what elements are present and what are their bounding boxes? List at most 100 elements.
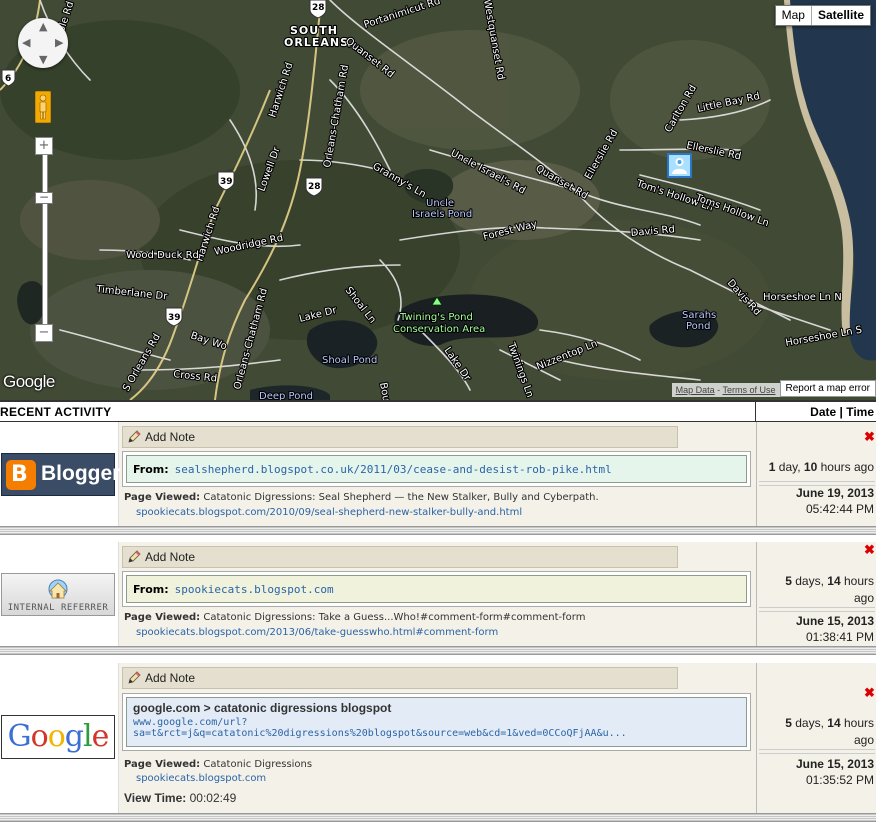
- time-cell: ✖ 5 days, 14 hours ago June 15, 2013 01:3…: [756, 542, 876, 646]
- svg-text:Conservation Area: Conservation Area: [393, 324, 485, 335]
- house-globe-icon: [48, 579, 68, 599]
- svg-text:ORLEANS: ORLEANS: [284, 36, 349, 49]
- from-url-link[interactable]: spookiecats.blogspot.com: [175, 583, 334, 596]
- page-viewed-label: Page Viewed:: [124, 759, 201, 770]
- activity-header: RECENT ACTIVITY Date | Time: [0, 400, 876, 422]
- search-url-line1[interactable]: www.google.com/url?: [133, 717, 740, 728]
- delete-x-icon[interactable]: ✖: [864, 543, 875, 556]
- add-note-button[interactable]: Add Note: [122, 426, 678, 448]
- time-cell: ✖ 1 day, 10 hours ago June 19, 2013 05:4…: [756, 422, 876, 526]
- search-query-title: google.com > catatonic digressions blogs…: [133, 701, 392, 715]
- add-note-label: Add Note: [145, 550, 196, 564]
- map-type-satellite-button[interactable]: Satellite: [811, 6, 870, 25]
- activity-entry: INTERNAL REFERRER Add Note From: spookie…: [0, 542, 876, 646]
- search-url-line2[interactable]: sa=t&rct=j&q=catatonic%20digressions%20b…: [133, 728, 740, 739]
- add-note-button[interactable]: Add Note: [122, 667, 678, 689]
- svg-text:Deep Pond: Deep Pond: [259, 391, 313, 400]
- entry-detail: Add Note From: sealshepherd.blogspot.co.…: [119, 422, 755, 526]
- page-viewed-url-link[interactable]: spookiecats.blogspot.com/2013/06/take-gu…: [136, 627, 498, 638]
- pan-up-icon[interactable]: ▲: [39, 20, 47, 33]
- from-line: From: sealshepherd.blogspot.co.uk/2011/0…: [126, 455, 747, 483]
- header-divider: [755, 402, 756, 422]
- svg-text:Wood Duck Rd: Wood Duck Rd: [126, 250, 199, 261]
- page-viewed-title: Catatonic Digressions: Take a Guess...Wh…: [203, 612, 586, 623]
- terms-of-use-link[interactable]: Terms of Use: [723, 385, 776, 395]
- from-line: From: spookiecats.blogspot.com: [126, 575, 747, 603]
- delete-x-icon[interactable]: ✖: [864, 686, 875, 699]
- referrer-box: google.com > catatonic digressions blogs…: [122, 693, 751, 751]
- time-divider: [759, 749, 875, 754]
- pegman-icon[interactable]: [35, 91, 51, 123]
- time-ago: 5 days, 14 hours ago: [785, 574, 874, 605]
- pan-right-icon[interactable]: ▶: [55, 36, 63, 49]
- referrer-logo-cell: Google: [0, 663, 119, 813]
- activity-entry: B Blogger Add Note From: sealshepherd.bl…: [0, 422, 876, 526]
- zoom-out-button[interactable]: −: [35, 324, 53, 342]
- entry-detail: Add Note From: spookiecats.blogspot.com …: [119, 542, 755, 646]
- pencil-icon: [128, 430, 141, 443]
- svg-text:Uncle: Uncle: [426, 198, 454, 209]
- from-url-link[interactable]: sealshepherd.blogspot.co.uk/2011/03/ceas…: [175, 463, 612, 476]
- page-viewed-url-link[interactable]: spookiecats.blogspot.com: [136, 773, 266, 784]
- time-ago: 5 days, 14 hours ago: [785, 716, 874, 747]
- page-viewed-url-link[interactable]: spookiecats.blogspot.com/2010/09/seal-sh…: [136, 507, 522, 518]
- time-divider: [759, 607, 875, 612]
- google-map-logo[interactable]: Google: [3, 372, 55, 392]
- blogger-b-icon: B: [6, 460, 36, 490]
- pan-down-icon[interactable]: ▼: [39, 53, 47, 66]
- page-viewed-label: Page Viewed:: [124, 612, 201, 623]
- referrer-box: From: spookiecats.blogspot.com: [122, 571, 751, 607]
- svg-text:Shoal Pond: Shoal Pond: [322, 355, 377, 366]
- map-footer: Map Data - Terms of Use Report a map err…: [671, 380, 876, 397]
- referrer-logo-cell: INTERNAL REFERRER: [0, 542, 119, 646]
- entry-detail: Add Note google.com > catatonic digressi…: [119, 663, 755, 813]
- pan-control-icon[interactable]: ▲ ▼ ◀ ▶: [18, 18, 68, 68]
- svg-text:28: 28: [312, 3, 325, 13]
- add-note-button[interactable]: Add Note: [122, 546, 678, 568]
- svg-text:28: 28: [308, 182, 321, 192]
- internal-referrer-logo[interactable]: INTERNAL REFERRER: [1, 573, 115, 616]
- svg-text:Sarahs: Sarahs: [682, 310, 716, 321]
- map-type-control[interactable]: Map Satellite: [774, 5, 871, 26]
- zoom-in-button[interactable]: +: [35, 137, 53, 155]
- blogger-logo[interactable]: B Blogger: [1, 453, 120, 496]
- from-label: From:: [133, 582, 169, 596]
- satellite-map[interactable]: SOUTH ORLEANS Portanimicut Rd Quanset Rd…: [0, 0, 876, 400]
- visitor-location-marker[interactable]: [667, 153, 692, 178]
- visit-time: 01:38:41 PM: [805, 630, 874, 644]
- date-time-heading: Date | Time: [810, 405, 874, 419]
- view-time-label: View Time:: [124, 791, 187, 805]
- view-time-line: View Time: 00:02:49: [124, 791, 236, 805]
- pencil-icon: [128, 671, 141, 684]
- page-viewed-title: Catatonic Digressions: Seal Shepherd — t…: [203, 492, 599, 503]
- map-type-map-button[interactable]: Map: [775, 6, 812, 25]
- visit-time: 05:42:44 PM: [805, 502, 874, 516]
- visit-date: June 15, 2013: [795, 614, 874, 628]
- recent-activity-heading: RECENT ACTIVITY: [0, 405, 112, 419]
- from-label: From:: [133, 462, 169, 476]
- time-cell: ✖ 5 days, 14 hours ago June 15, 2013 01:3…: [756, 663, 876, 813]
- pencil-icon: [128, 550, 141, 563]
- pan-left-icon[interactable]: ◀: [22, 36, 30, 49]
- map-imagery[interactable]: SOUTH ORLEANS Portanimicut Rd Quanset Rd…: [0, 0, 876, 400]
- page-viewed-line: Page Viewed: Catatonic Digressions: [124, 759, 312, 770]
- report-map-error-link[interactable]: Report a map error: [779, 380, 876, 397]
- referrer-logo-cell: B Blogger: [0, 422, 120, 526]
- page-viewed-title: Catatonic Digressions: [203, 759, 313, 770]
- svg-text:Pond: Pond: [686, 321, 710, 332]
- zoom-slider-handle[interactable]: −: [35, 191, 53, 204]
- add-note-label: Add Note: [145, 430, 196, 444]
- google-logo[interactable]: Google: [1, 715, 115, 759]
- visit-time: 01:35:52 PM: [805, 773, 874, 787]
- entry-separator: [0, 813, 876, 822]
- entry-separator: [0, 646, 876, 655]
- page-viewed-label: Page Viewed:: [124, 492, 201, 503]
- visitor-icon: [672, 158, 687, 174]
- map-data-link[interactable]: Map Data: [676, 385, 715, 395]
- map-attribution: Map Data - Terms of Use: [671, 383, 780, 397]
- referrer-box: From: sealshepherd.blogspot.co.uk/2011/0…: [122, 451, 751, 487]
- zoom-slider-track[interactable]: [42, 148, 48, 332]
- delete-x-icon[interactable]: ✖: [864, 430, 875, 443]
- visit-date: June 19, 2013: [795, 486, 874, 500]
- svg-text:39: 39: [168, 313, 181, 323]
